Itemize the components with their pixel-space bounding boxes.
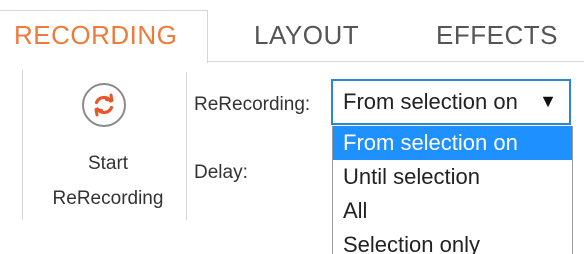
refresh-icon — [94, 93, 114, 117]
tab-layout[interactable]: LAYOUT — [254, 20, 359, 51]
ribbon-left-border — [22, 70, 23, 220]
group-separator — [186, 72, 187, 220]
tab-recording[interactable]: RECORDING — [14, 20, 177, 51]
start-rerecording-button[interactable] — [82, 83, 126, 127]
option-from-selection-on[interactable]: From selection on — [333, 126, 572, 160]
dropdown-arrow-icon[interactable]: ▼ — [539, 91, 557, 112]
option-until-selection[interactable]: Until selection — [333, 160, 572, 194]
rerecording-select[interactable]: From selection on ▼ — [331, 79, 571, 125]
option-all[interactable]: All — [333, 194, 572, 228]
tab-bar: RECORDING LAYOUT EFFECTS — [0, 0, 584, 63]
start-rerecording-label-line1: Start — [87, 153, 129, 174]
start-rerecording-label-line2: ReRecording — [52, 188, 164, 209]
rerecording-dropdown-list: From selection on Until selection All Se… — [332, 126, 573, 254]
delay-label: Delay: — [194, 162, 248, 183]
tab-effects[interactable]: EFFECTS — [436, 20, 558, 51]
option-selection-only[interactable]: Selection only — [333, 228, 572, 254]
rerecording-select-value: From selection on — [343, 89, 518, 114]
rerecording-label: ReRecording: — [194, 94, 311, 115]
